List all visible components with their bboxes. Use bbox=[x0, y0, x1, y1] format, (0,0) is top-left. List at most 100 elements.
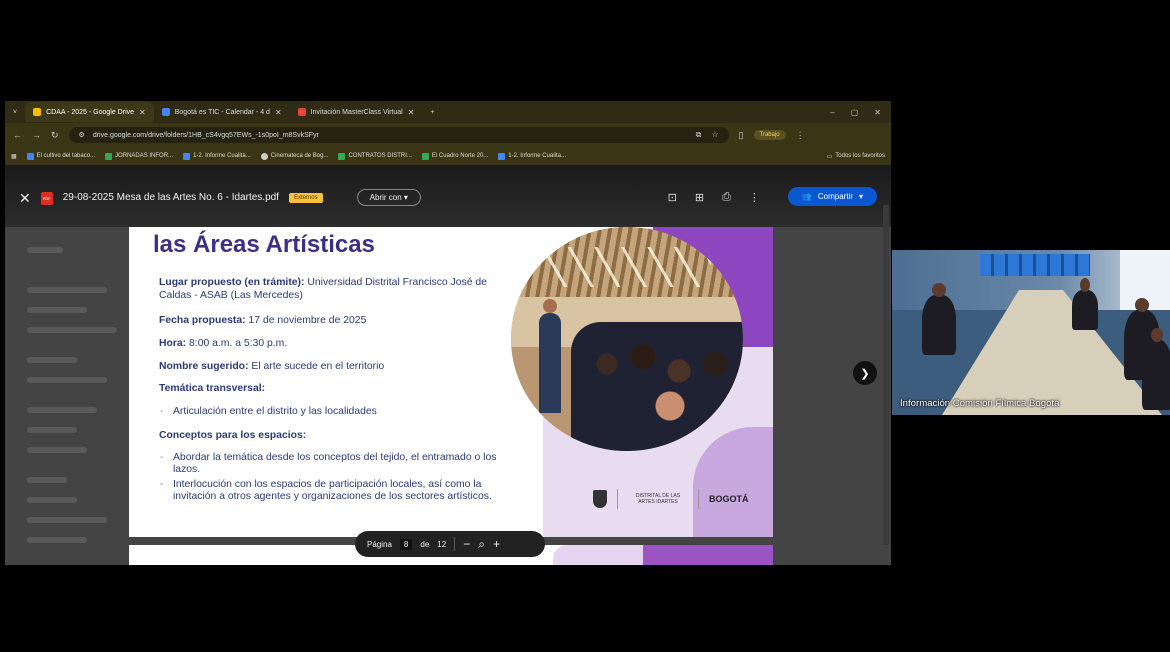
more-actions-icon[interactable]: ⋮ bbox=[749, 191, 760, 204]
bogota-logo: BOGOTÁ bbox=[709, 494, 749, 504]
drive-nav-ghost bbox=[27, 307, 87, 313]
all-bookmarks-button[interactable]: ▭ Todos los favoritos bbox=[827, 153, 885, 160]
install-icon[interactable]: ⧉ bbox=[696, 130, 702, 140]
bookmark-item[interactable]: El cultivo del tabaco... bbox=[26, 152, 96, 160]
bookmark-icon bbox=[498, 152, 506, 160]
share-button[interactable]: 👥 Compartir ▾ bbox=[787, 187, 877, 206]
browser-tab-bar: ˅ CDAA - 2025 - Google Drive ✕ Bogotá es… bbox=[5, 101, 891, 123]
logo-divider bbox=[698, 489, 699, 509]
bookmark-label: 1-2. Informe Cualita... bbox=[193, 153, 251, 159]
pager-divider bbox=[454, 537, 456, 551]
zoom-out-icon[interactable]: − bbox=[463, 537, 470, 551]
maximize-icon[interactable]: ▢ bbox=[851, 108, 859, 117]
window-controls: – ▢ ✕ bbox=[830, 108, 891, 117]
conceptos-label: Conceptos para los espacios: bbox=[159, 430, 307, 441]
pdf-page: las Áreas Artísticas Lugar propuesto (en… bbox=[129, 227, 773, 537]
bookmark-icon bbox=[183, 152, 191, 160]
add-to-drive-icon[interactable]: ⊡ bbox=[668, 191, 677, 204]
site-info-icon[interactable]: ⚙ bbox=[79, 131, 85, 139]
folder-icon: ▭ bbox=[826, 153, 833, 160]
caret-down-icon: ▾ bbox=[858, 192, 863, 201]
bookmark-label: Cinemateca de Bog... bbox=[270, 153, 329, 159]
add-comment-icon[interactable]: ⊞ bbox=[695, 191, 704, 204]
extensions-icon[interactable]: ▯ bbox=[739, 130, 744, 141]
fecha-value: 17 de noviembre de 2025 bbox=[245, 315, 367, 326]
tab-calendar[interactable]: Bogotá es TIC - Calendar - 4 d ✕ bbox=[154, 102, 290, 122]
profile-button[interactable]: Trabajo bbox=[753, 130, 786, 140]
tab-label: Invitación MasterClass Virtual bbox=[310, 108, 403, 116]
nombre-value: El arte sucede en el territorio bbox=[248, 361, 385, 372]
bookmark-item[interactable]: El Cuadro Norte 20... bbox=[421, 152, 489, 160]
bookmark-item[interactable]: 1-2. Informe Cualita... bbox=[183, 152, 251, 160]
participant-name: Información Comisión Fílmica Bogotá bbox=[900, 398, 1060, 409]
bookmark-item[interactable]: 1-2. Informe Cualita... bbox=[498, 152, 566, 160]
profile-label: Trabajo bbox=[759, 132, 780, 138]
print-icon[interactable]: ⎙ bbox=[722, 191, 731, 204]
people-icon: 👥 bbox=[801, 192, 812, 201]
drive-nav-ghost bbox=[27, 377, 107, 383]
tab-search-menu[interactable]: ˅ bbox=[5, 102, 25, 122]
share-label: Compartir bbox=[817, 192, 853, 201]
open-with-label: Abrir con bbox=[369, 193, 402, 202]
photo-audience bbox=[571, 322, 743, 451]
drive-icon bbox=[33, 108, 42, 116]
viewer-toolbar: ✕ PDF 29-08-2025 Mesa de las Artes No. 6… bbox=[5, 165, 891, 227]
back-icon[interactable]: ← bbox=[13, 130, 22, 140]
hora-text: Hora: 8:00 a.m. a 5:30 p.m. bbox=[159, 337, 287, 350]
close-icon[interactable]: ✕ bbox=[275, 108, 282, 117]
conceptos-bullet: Abordar la temática desde los conceptos … bbox=[160, 452, 513, 476]
bookmark-label: El Cuadro Norte 20... bbox=[431, 153, 489, 159]
file-name: 29-08-2025 Mesa de las Artes No. 6 - Ida… bbox=[62, 192, 279, 203]
shared-screen: ˅ CDAA - 2025 - Google Drive ✕ Bogotá es… bbox=[5, 5, 891, 648]
hora-value: 8:00 a.m. a 5:30 p.m. bbox=[186, 338, 288, 349]
bookmark-icon bbox=[26, 152, 34, 160]
tab-label: Bogotá es TIC - Calendar - 4 d bbox=[174, 108, 270, 116]
participant-video-tile[interactable]: Información Comisión Fílmica Bogotá bbox=[892, 250, 1170, 415]
page-label: Página bbox=[367, 539, 392, 549]
pdf-icon: PDF bbox=[40, 192, 53, 205]
bookmark-label: El cultivo del tabaco... bbox=[36, 153, 96, 159]
zoom-icon[interactable]: ⌕ bbox=[478, 537, 485, 552]
tab-label: CDAA - 2025 - Google Drive bbox=[46, 108, 135, 116]
decoration-purple bbox=[643, 545, 773, 565]
url-input[interactable]: ⚙ drive.google.com/drive/folders/1HB_cS4… bbox=[68, 127, 729, 143]
kebab-menu-icon[interactable]: ⋮ bbox=[796, 130, 805, 141]
forward-icon[interactable]: → bbox=[32, 130, 41, 140]
external-badge: Externos bbox=[288, 193, 323, 203]
close-icon[interactable]: ✕ bbox=[139, 108, 146, 117]
tab-google-drive[interactable]: CDAA - 2025 - Google Drive ✕ bbox=[25, 102, 154, 122]
address-bar-row: ← → ↻ ⚙ drive.google.com/drive/folders/1… bbox=[5, 123, 891, 147]
minimize-icon[interactable]: – bbox=[830, 108, 834, 117]
zoom-in-icon[interactable]: + bbox=[493, 537, 500, 551]
apps-icon[interactable]: ▦ bbox=[11, 153, 17, 160]
logo-divider bbox=[617, 489, 618, 509]
video-person bbox=[922, 283, 956, 355]
drive-nav-ghost bbox=[27, 287, 107, 293]
video-room-chairs bbox=[980, 254, 1090, 276]
bookmark-item[interactable]: Cinemateca de Bog... bbox=[260, 152, 329, 160]
bookmark-item[interactable]: CONTRATOS DISTRI... bbox=[338, 152, 412, 160]
bookmarks-bar: ▦ El cultivo del tabaco... JORNADAS INFO… bbox=[5, 147, 891, 165]
page-total: 12 bbox=[437, 539, 447, 549]
tab-gmail[interactable]: Invitación MasterClass Virtual ✕ bbox=[290, 102, 423, 122]
fecha-label: Fecha propuesta: bbox=[159, 315, 246, 326]
calendar-icon bbox=[161, 108, 170, 116]
event-photo bbox=[511, 227, 743, 451]
new-tab-button[interactable]: + bbox=[422, 102, 442, 122]
viewer-actions: ⊡ ⊞ ⎙ ⋮ bbox=[668, 191, 760, 204]
nombre-label: Nombre sugerido: bbox=[159, 361, 249, 372]
slide-title: las Áreas Artísticas bbox=[153, 231, 375, 258]
scrollbar[interactable] bbox=[883, 205, 889, 545]
open-with-button[interactable]: Abrir con ▾ bbox=[356, 189, 421, 206]
next-file-button[interactable]: ❯ bbox=[853, 361, 877, 385]
caret-down-icon: ▾ bbox=[403, 193, 408, 202]
reload-icon[interactable]: ↻ bbox=[51, 130, 59, 141]
bookmark-item[interactable]: JORNADAS INFOR... bbox=[105, 152, 173, 160]
page-number-input[interactable]: 8 bbox=[399, 538, 413, 550]
close-window-icon[interactable]: ✕ bbox=[874, 108, 881, 117]
letterbox-bottom bbox=[5, 565, 891, 648]
idartes-logo: DISTRITAL DE LAS ARTES IDARTES bbox=[635, 493, 681, 505]
close-icon[interactable]: ✕ bbox=[408, 108, 415, 117]
close-icon[interactable]: ✕ bbox=[19, 191, 31, 205]
star-icon[interactable]: ☆ bbox=[711, 130, 718, 140]
